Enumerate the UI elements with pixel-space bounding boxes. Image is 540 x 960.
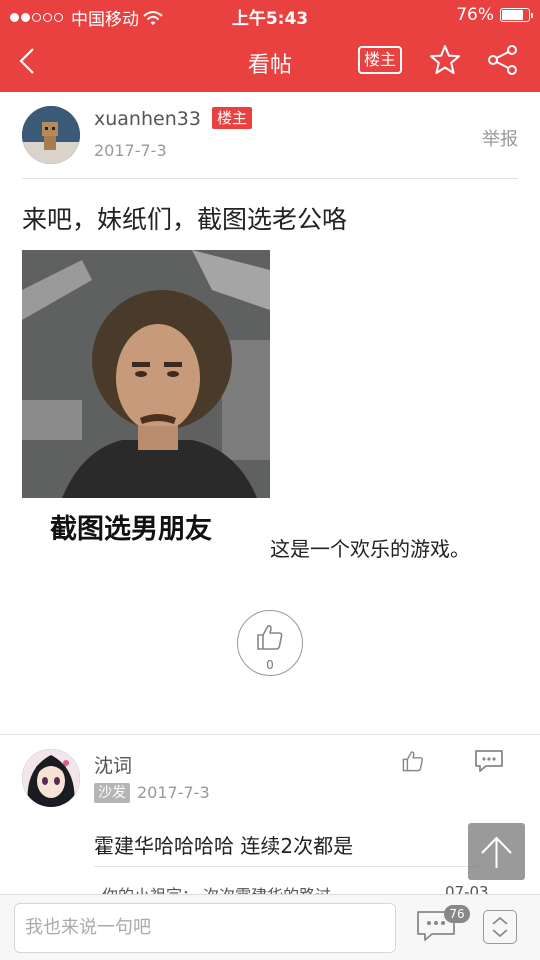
status-bar: 中国移动 上午5:43 76% (0, 0, 540, 30)
comment-icon[interactable] (474, 748, 504, 774)
battery-indicator: 76% (456, 5, 533, 25)
divider (22, 178, 518, 179)
author-avatar[interactable] (22, 106, 80, 164)
scroll-to-top-button[interactable] (468, 823, 525, 880)
arrow-up-icon (481, 836, 512, 868)
divider (94, 866, 480, 867)
owner-only-button[interactable]: 楼主 (358, 46, 402, 74)
reply-avatar[interactable] (22, 749, 80, 807)
section-divider (0, 734, 540, 735)
reply-input[interactable]: 我也来说一句吧 (14, 903, 396, 953)
post-body: 这是一个欢乐的游戏。 (270, 537, 470, 561)
reply-date: 2017-7-3 (137, 783, 210, 802)
share-icon[interactable] (486, 43, 520, 77)
post-like-button[interactable]: 0 (237, 610, 303, 676)
reply-content: 霍建华哈哈哈哈 连续2次都是 (94, 834, 354, 858)
post-title: 来吧，妹纸们，截图选老公咯 (22, 205, 348, 234)
battery-percent: 76% (456, 5, 494, 25)
floor-badge: 沙发 (94, 783, 130, 803)
thumbs-up-icon (257, 625, 283, 650)
image-caption: 截图选男朋友 (50, 514, 212, 545)
page-jump-button[interactable] (483, 910, 517, 944)
reply-author[interactable]: 沈词 (94, 751, 132, 778)
post-date: 2017-7-3 (94, 141, 167, 160)
like-count: 0 (266, 658, 274, 672)
chevron-up-down-icon (492, 916, 508, 938)
battery-icon (500, 8, 533, 22)
comment-count-badge: 76 (444, 905, 470, 923)
bottom-bar: 我也来说一句吧 76 (0, 894, 540, 960)
thumbs-up-icon[interactable] (401, 749, 425, 773)
star-icon[interactable] (428, 43, 462, 77)
author-name[interactable]: xuanhen33 (94, 108, 201, 130)
owner-badge: 楼主 (212, 107, 253, 129)
report-button[interactable]: 举报 (482, 125, 518, 151)
nav-bar: 看帖 楼主 (0, 30, 540, 92)
post-image[interactable] (22, 250, 270, 498)
